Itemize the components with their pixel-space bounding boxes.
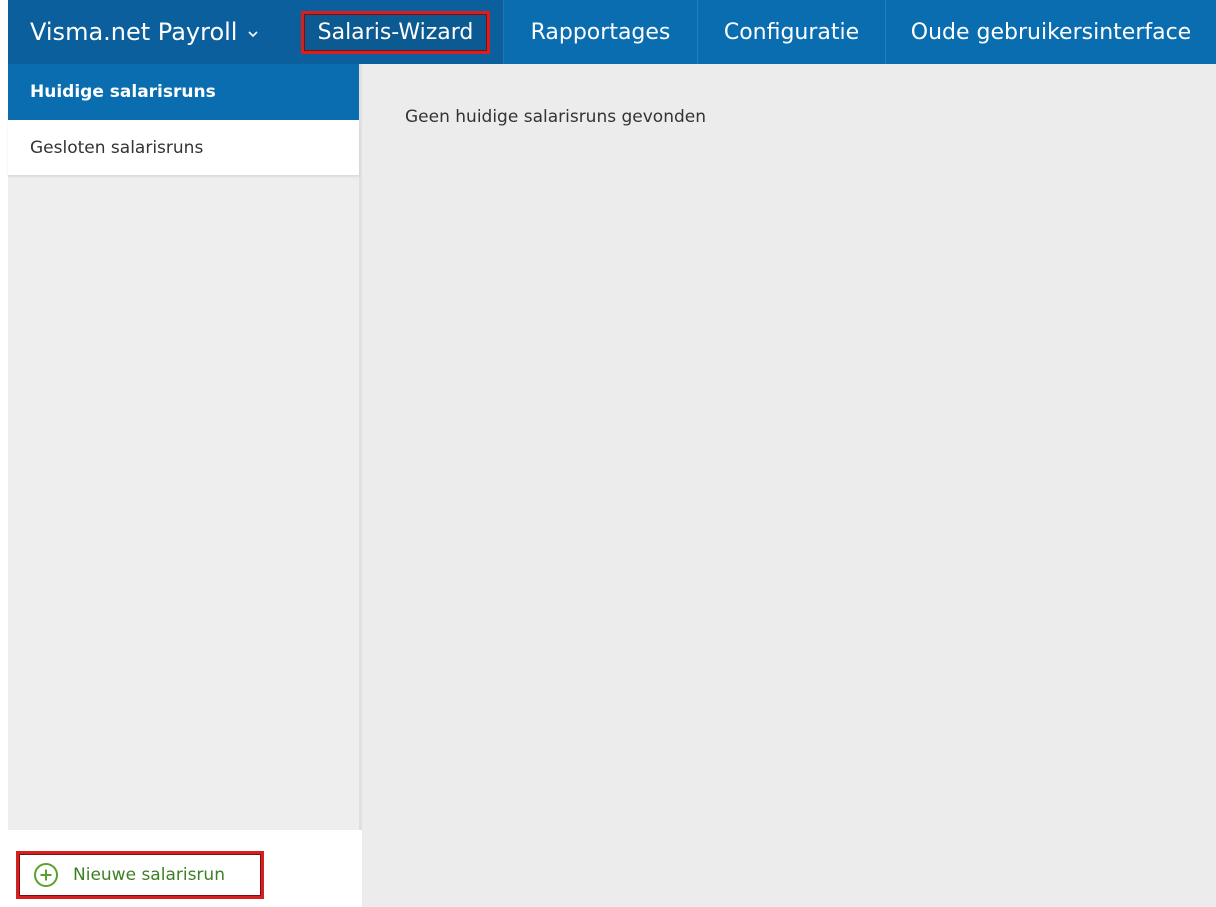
sidebar-item-label: Huidige salarisruns — [30, 82, 216, 102]
nav-configuratie-label: Configuratie — [723, 19, 860, 45]
nav-salaris-wizard-label: Salaris-Wizard — [300, 10, 491, 54]
new-salary-run-label: Nieuwe salarisrun — [73, 865, 225, 885]
sidebar-item-huidige-salarisruns[interactable]: Huidige salarisruns — [8, 64, 359, 120]
chevron-down-icon — [247, 30, 259, 38]
main-content: Geen huidige salarisruns gevonden — [362, 64, 1216, 907]
nav-oude-gebruikersinterface[interactable]: Oude gebruikersinterface — [886, 0, 1216, 64]
app-switcher[interactable]: Visma.net Payroll — [8, 0, 288, 64]
sidebar-item-label: Gesloten salarisruns — [30, 137, 204, 158]
plus-circle-icon — [33, 862, 59, 888]
nav-configuratie[interactable]: Configuratie — [698, 0, 886, 64]
sidebar-footer: Nieuwe salarisrun — [8, 830, 362, 907]
nav-salaris-wizard[interactable]: Salaris-Wizard — [288, 0, 504, 64]
app-window: Visma.net Payroll Salaris-Wizard Rapport… — [0, 0, 1216, 907]
brand-label: Visma.net Payroll — [30, 18, 238, 46]
nav-rapportages-label: Rapportages — [530, 19, 671, 45]
nav-rapportages[interactable]: Rapportages — [504, 0, 698, 64]
sidebar: Huidige salarisruns Gesloten salarisruns — [8, 64, 362, 830]
new-salary-run-button[interactable]: Nieuwe salarisrun — [16, 851, 264, 899]
nav-oude-gebruikersinterface-label: Oude gebruikersinterface — [910, 19, 1192, 45]
sidebar-item-gesloten-salarisruns[interactable]: Gesloten salarisruns — [8, 120, 359, 176]
top-navigation-bar: Visma.net Payroll Salaris-Wizard Rapport… — [8, 0, 1216, 64]
empty-state-message: Geen huidige salarisruns gevonden — [405, 107, 707, 127]
